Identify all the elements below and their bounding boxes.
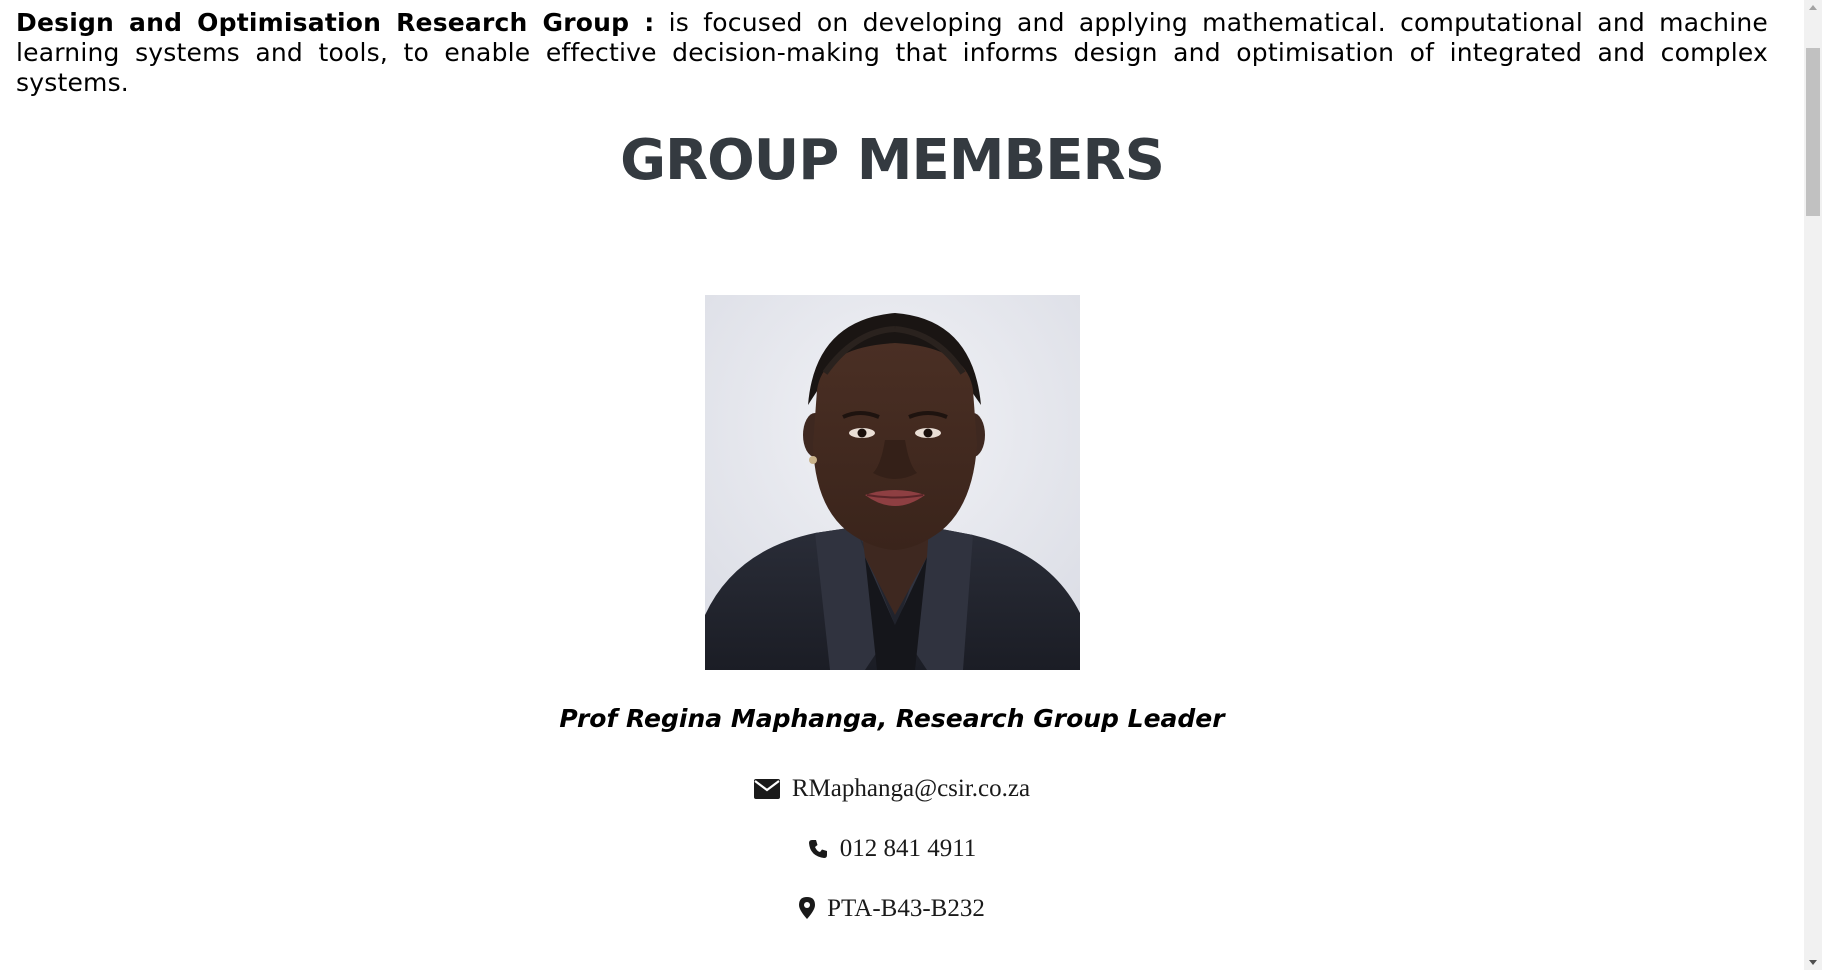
scroll-up-arrow-icon[interactable] <box>1809 5 1817 10</box>
member-phone: 012 841 4911 <box>839 835 977 862</box>
vertical-scrollbar[interactable] <box>1804 0 1822 970</box>
scroll-down-arrow-icon[interactable] <box>1809 960 1817 965</box>
member-photo <box>705 295 1080 670</box>
group-name: Design and Optimisation Research Group : <box>16 8 655 37</box>
phone-icon <box>808 835 828 869</box>
member-phone-row: 012 841 4911 <box>0 832 1784 869</box>
member-name-title: Prof Regina Maphanga, Research Group Lea… <box>559 704 1225 733</box>
member-office: PTA-B43-B232 <box>827 895 985 922</box>
section-title: GROUP MEMBERS <box>620 128 1165 193</box>
member-office-row: PTA-B43-B232 <box>0 892 1784 929</box>
scrollbar-thumb[interactable] <box>1806 48 1820 216</box>
map-marker-icon <box>799 895 816 929</box>
group-description: Design and Optimisation Research Group :… <box>16 8 1768 98</box>
member-email-row: RMaphanga@csir.co.za <box>0 772 1784 809</box>
member-email-link[interactable]: RMaphanga@csir.co.za <box>792 775 1030 802</box>
page-content: Design and Optimisation Research Group :… <box>0 0 1804 970</box>
envelope-icon <box>753 775 780 809</box>
